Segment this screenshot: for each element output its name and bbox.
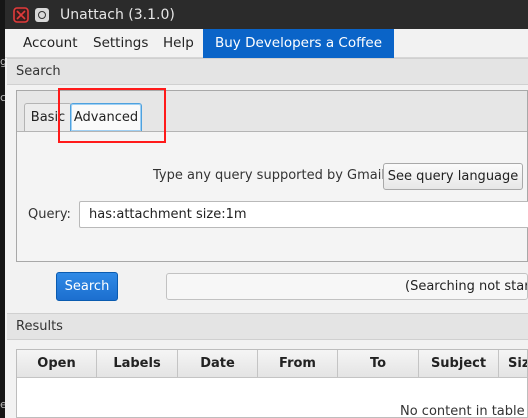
menu-bar: Account Settings Help Buy Developers a C… — [5, 29, 528, 58]
query-label: Query: — [28, 207, 71, 222]
results-table[interactable]: Open Labels Date From To Subject Size No… — [16, 349, 528, 418]
column-header-open[interactable]: Open — [17, 350, 97, 378]
results-section-title: Results — [16, 319, 63, 334]
menu-settings[interactable]: Settings — [93, 29, 148, 58]
menu-help[interactable]: Help — [163, 29, 194, 58]
app-window: Unattach (3.1.0) Account Settings Help B… — [5, 0, 528, 418]
title-bar: Unattach (3.1.0) — [5, 0, 528, 31]
search-progress-bar: (Searching not started) — [166, 273, 528, 300]
menu-buy-coffee[interactable]: Buy Developers a Coffee — [203, 29, 394, 58]
menu-account[interactable]: Account — [23, 29, 78, 58]
query-hint-text: Type any query supported by Gmail. — [153, 168, 390, 183]
search-section-header[interactable]: Search — [7, 58, 528, 85]
app-logo-icon — [13, 7, 29, 23]
column-header-to[interactable]: To — [338, 350, 419, 378]
column-header-from[interactable]: From — [258, 350, 338, 378]
search-status-text: (Searching not started) — [405, 279, 528, 294]
window-menu-icon[interactable] — [35, 8, 49, 22]
see-query-language-button[interactable]: See query language — [383, 163, 523, 190]
highlight-annotation — [58, 88, 166, 143]
window-title: Unattach (3.1.0) — [60, 7, 175, 23]
column-header-labels[interactable]: Labels — [97, 350, 178, 378]
advanced-tab-content: Type any query supported by Gmail. See q… — [17, 131, 528, 261]
search-section-title: Search — [16, 64, 61, 79]
column-header-size[interactable]: Size — [499, 350, 527, 378]
results-section-header[interactable]: Results — [7, 313, 528, 340]
column-header-subject[interactable]: Subject — [419, 350, 499, 378]
search-button[interactable]: Search — [56, 272, 118, 301]
column-header-date[interactable]: Date — [178, 350, 258, 378]
query-input[interactable]: has:attachment size:1m — [79, 201, 528, 228]
table-header: Open Labels Date From To Subject Size — [17, 350, 527, 378]
empty-table-placeholder: No content in table — [400, 404, 525, 418]
